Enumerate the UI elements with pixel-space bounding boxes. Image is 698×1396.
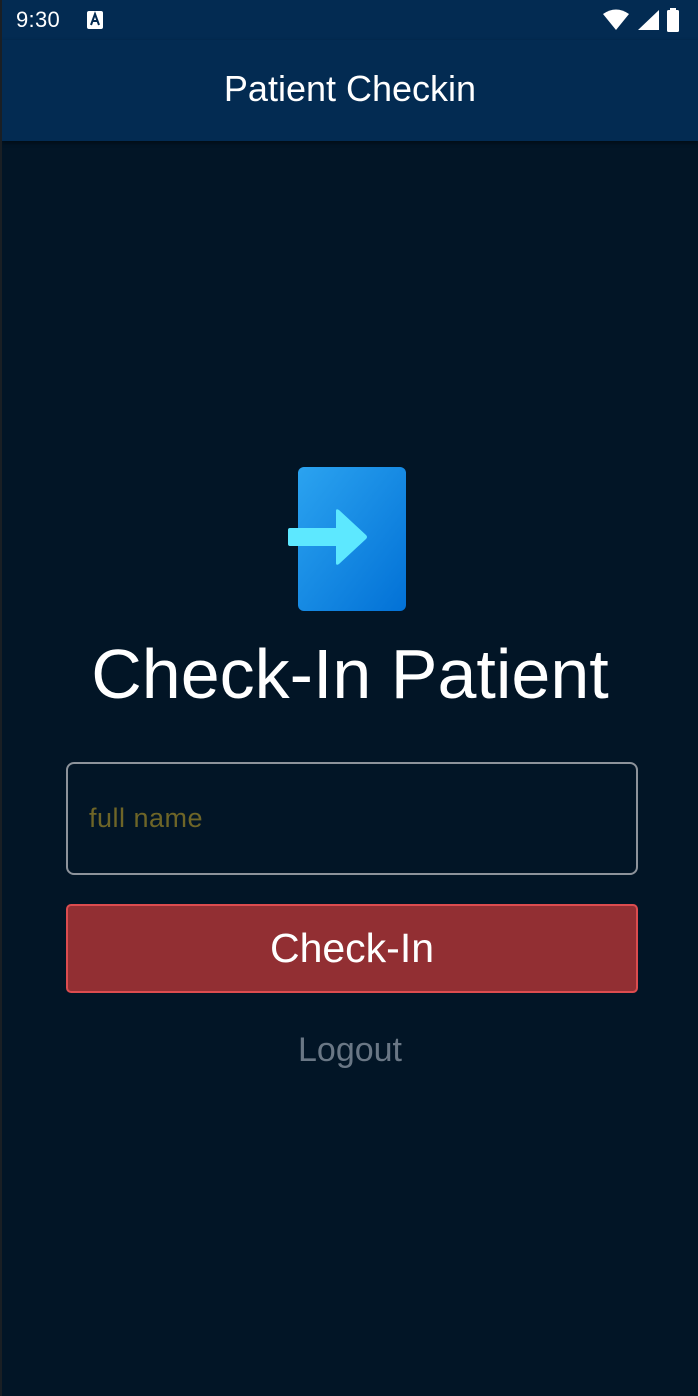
wifi-icon (603, 9, 629, 30)
app-title: Patient Checkin (223, 67, 477, 109)
app-bar: Patient Checkin (2, 40, 698, 141)
full-name-input[interactable] (66, 762, 638, 875)
notification-a-icon (87, 11, 103, 29)
status-time: 9:30 (16, 7, 61, 32)
screen: 9:30 Patient Checkin Check-In Patient fu… (0, 0, 698, 1396)
status-bar: 9:30 (2, 0, 698, 40)
status-icons (602, 8, 680, 32)
signal-icon (638, 10, 659, 30)
login-arrow-icon (288, 467, 406, 611)
check-in-button[interactable]: Check-In (66, 904, 638, 993)
logout-link[interactable]: Logout (2, 1031, 698, 1070)
page-title: Check-In Patient (91, 635, 609, 713)
battery-icon (667, 8, 679, 32)
